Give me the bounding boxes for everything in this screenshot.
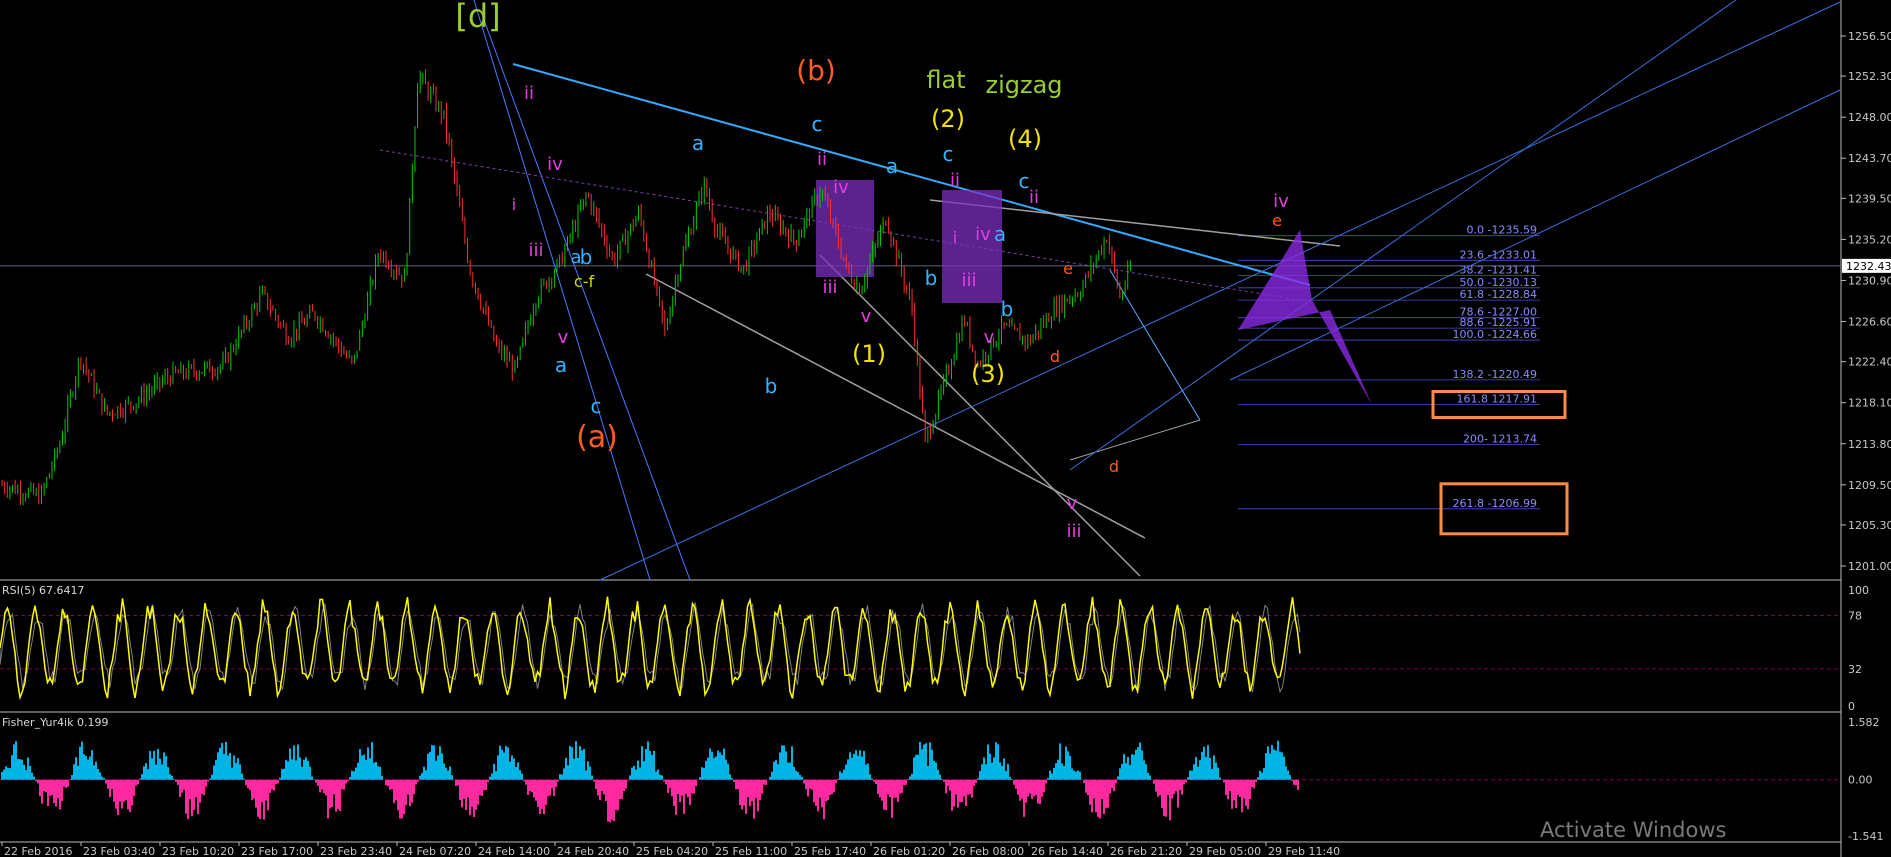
time-tick-label: 29 Feb 11:40 [1268, 845, 1340, 857]
time-tick-label: 26 Feb 01:20 [873, 845, 945, 857]
price-tick-label: 1256.50 [1848, 30, 1891, 43]
wave-label: iii [1066, 521, 1081, 542]
time-tick-label: 25 Feb 11:00 [715, 845, 787, 857]
wave-label: iv [833, 177, 849, 198]
price-tick-label: 1209.50 [1848, 479, 1891, 492]
wave-label: c-f [574, 272, 595, 291]
time-tick-label: 24 Feb 20:40 [557, 845, 629, 857]
price-tick-label: 1205.30 [1848, 519, 1891, 532]
wave-label: c [943, 142, 954, 166]
time-tick-label: 29 Feb 05:00 [1189, 845, 1261, 857]
time-tick-label: 24 Feb 14:00 [478, 845, 550, 857]
fib-level-label: 50.0 -1230.13 [1460, 276, 1537, 289]
time-tick-label: 26 Feb 14:40 [1031, 845, 1103, 857]
price-tick-label: 1235.20 [1848, 233, 1891, 246]
price-tick-label: 1226.60 [1848, 316, 1891, 329]
wave-label: (1) [852, 340, 886, 368]
fisher-tick-label: 0.00 [1848, 774, 1873, 787]
time-tick-label: 24 Feb 07:20 [399, 845, 471, 857]
fisher-title: Fisher_Yur4ik 0.199 [2, 716, 109, 729]
wave-label: iii [822, 277, 837, 298]
wave-label: (2) [931, 105, 965, 133]
wave-label: zigzag [985, 71, 1062, 99]
current-price-label: 1232.43 [1846, 260, 1891, 273]
time-tick-label: 26 Feb 08:00 [952, 845, 1024, 857]
fib-level-label: 161.8 1217.91 [1457, 393, 1537, 406]
rsi-tick-label: 100 [1848, 584, 1869, 597]
fib-level-label: 23.6 -1233.01 [1460, 248, 1537, 261]
fisher-tick-label: -1.541 [1848, 830, 1883, 843]
chart-background [0, 0, 1840, 857]
wave-label: ii [1029, 187, 1039, 208]
wave-label: v [984, 327, 995, 348]
fib-level-label: 138.2 -1220.49 [1453, 368, 1537, 381]
fisher-tick-label: 1.582 [1848, 716, 1880, 729]
wave-label: d [1050, 347, 1060, 366]
wave-label: a [570, 247, 581, 268]
wave-label: iii [961, 270, 976, 291]
wave-label: a [555, 353, 567, 377]
wave-label: e [1063, 259, 1073, 278]
wave-label: iv [975, 224, 991, 245]
wave-label: a [994, 222, 1006, 246]
price-tick-label: 1230.90 [1848, 274, 1891, 287]
wave-label: b [925, 266, 938, 290]
wave-label: iv [547, 154, 563, 175]
wave-label: v [558, 327, 569, 348]
activate-windows-watermark: Activate Windows [1540, 818, 1727, 842]
wave-label: b [1001, 297, 1014, 321]
time-tick-label: 25 Feb 17:40 [794, 845, 866, 857]
time-tick-label: 23 Feb 10:20 [162, 845, 234, 857]
wave-label: e [1272, 211, 1282, 230]
fib-level-label: 61.8 -1228.84 [1460, 288, 1537, 301]
price-tick-label: 1243.70 [1848, 152, 1891, 165]
time-tick-label: 26 Feb 21:20 [1110, 845, 1182, 857]
time-tick-label: 25 Feb 04:20 [636, 845, 708, 857]
wave-label: v [1067, 493, 1078, 514]
price-tick-label: 1213.80 [1848, 438, 1891, 451]
time-tick-label: 23 Feb 03:40 [83, 845, 155, 857]
wave-label: i [512, 195, 516, 214]
wave-label: iii [528, 240, 543, 261]
time-tick-label: 22 Feb 2016 [4, 845, 72, 857]
wave-label: c [1019, 169, 1030, 193]
fib-level-label: 200- 1213.74 [1463, 432, 1537, 445]
wave-label: v [861, 306, 872, 327]
wave-label: b [765, 374, 778, 398]
time-axis: 22 Feb 2016 23 Feb 03:40 23 Feb 10:20 23 Fe… [1, 842, 1340, 857]
wave-label: ii [524, 83, 534, 104]
wave-label: (4) [1008, 125, 1042, 153]
fib-level-label: 100.0 -1224.66 [1453, 328, 1537, 341]
wave-label: b [580, 245, 593, 269]
time-tick-label: 23 Feb 17:00 [241, 845, 313, 857]
rsi-tick-label: 32 [1848, 663, 1862, 676]
time-tick-label: 23 Feb 23:40 [320, 845, 392, 857]
rsi-title: RSI(5) 67.6417 [2, 584, 85, 597]
fib-level-label: 0.0 -1235.59 [1467, 224, 1537, 237]
wave-label: a [886, 154, 898, 178]
wave-label: c [812, 112, 823, 136]
price-tick-label: 1248.00 [1848, 111, 1891, 124]
wave-label: iv [1273, 191, 1289, 212]
fib-level-label: 261.8 -1206.99 [1453, 497, 1537, 510]
price-chart-svg: 1256.50 1252.30 1248.00 1243.70 1239.50 1235.… [0, 0, 1891, 857]
rsi-tick-label: 78 [1848, 610, 1862, 623]
price-tick-label: 1218.10 [1848, 397, 1891, 410]
wave-label: (3) [971, 360, 1005, 388]
price-tick-label: 1222.40 [1848, 356, 1891, 369]
wave-label: d [1109, 457, 1119, 476]
wave-label: c [591, 394, 602, 418]
wave-label: (a) [576, 420, 618, 455]
wave-label: ii [817, 149, 827, 170]
price-tick-label: 1252.30 [1848, 70, 1891, 83]
wave-label: a [692, 131, 704, 155]
wave-label: i [953, 228, 957, 247]
price-tick-label: 1201.00 [1848, 560, 1891, 573]
price-tick-label: 1239.50 [1848, 192, 1891, 205]
rsi-tick-label: 0 [1848, 700, 1855, 713]
wave-label: [d] [455, 0, 500, 35]
wave-label: ii [950, 170, 960, 191]
wave-label: (b) [796, 54, 836, 87]
wave-label: flat [926, 66, 965, 94]
